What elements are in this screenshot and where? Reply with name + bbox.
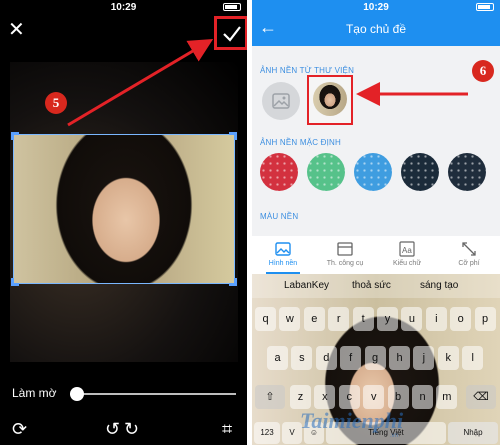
annotation-overlay xyxy=(67,38,468,127)
arrow-to-confirm xyxy=(67,38,214,127)
